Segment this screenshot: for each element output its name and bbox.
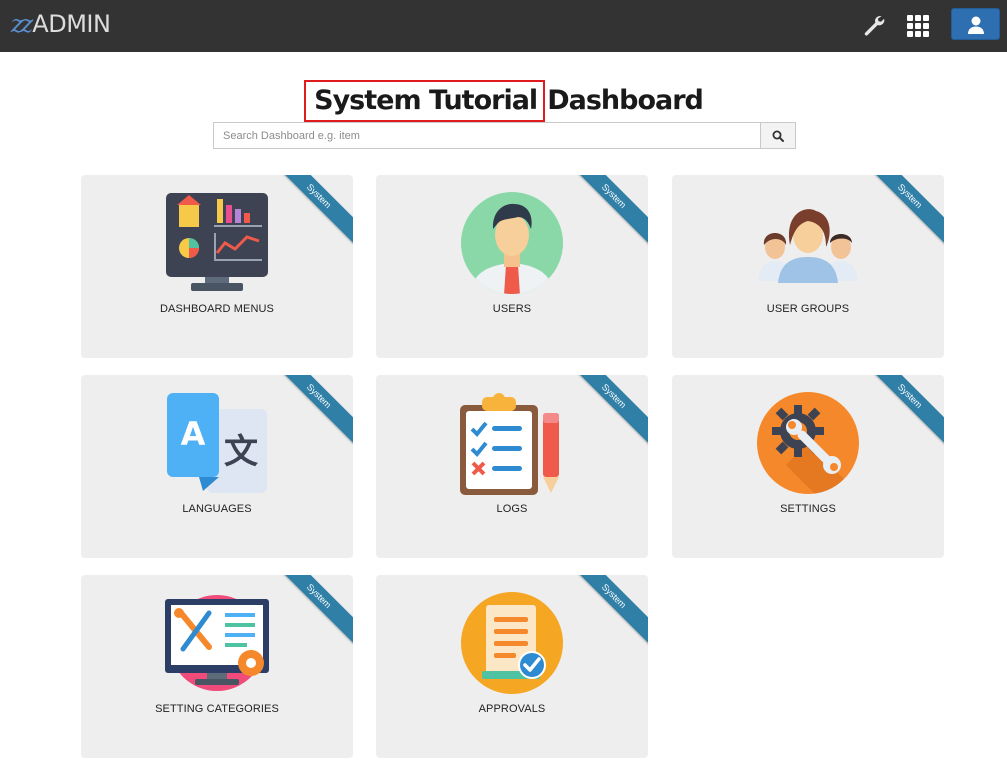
document-approved-icon [461,592,563,694]
page-title-rest: Dashboard [547,85,704,116]
ribbon-label: System [895,381,925,411]
system-ribbon: System [565,375,648,445]
dashboard-search [213,122,796,149]
system-ribbon: System [861,175,944,245]
logo-text: ADMIN [32,10,111,38]
card-logs[interactable]: System LOGS [376,375,648,558]
system-ribbon: System [861,375,944,445]
card-label: LANGUAGES [182,503,252,515]
user-avatar-icon [461,192,563,294]
page-header: System Tutorial Dashboard [0,80,1007,122]
app-logo[interactable]: zz ADMIN [11,10,111,40]
card-user-groups[interactable]: System USER GROUPS [672,175,944,358]
card-approvals[interactable]: System APPROVALS [376,575,648,758]
monitor-dashboard-icon [166,193,268,291]
search-icon [772,130,784,142]
card-label: USERS [492,303,532,315]
svg-text:A: A [181,415,206,453]
ribbon-label: System [895,181,925,211]
gear-wrench-icon [757,392,859,494]
card-settings[interactable]: System SETTINGS [672,375,944,558]
top-navbar: zz ADMIN [0,0,1007,52]
system-ribbon: System [565,575,648,645]
search-button[interactable] [760,122,796,149]
monitor-tools-icon [165,595,269,691]
ribbon-label: System [304,181,334,211]
card-label: SETTINGS [780,503,836,515]
ribbon-label: System [304,381,334,411]
card-label: USER GROUPS [766,303,850,315]
card-languages[interactable]: System A 文 LANGUAGES [81,375,353,558]
card-label: DASHBOARD MENUS [160,303,274,315]
page-title: System Tutorial Dashboard [304,80,704,122]
clipboard-checklist-icon [460,393,559,495]
card-users[interactable]: System USERS [376,175,648,358]
wrench-icon[interactable] [862,13,886,37]
system-ribbon: System [270,575,353,645]
ribbon-label: System [599,581,629,611]
card-dashboard-menus[interactable]: System DASHBOARD MENUS [81,175,353,358]
system-ribbon: System [270,175,353,245]
page-title-highlight: System Tutorial [304,80,546,122]
translate-icon: A 文 [167,393,267,493]
logo-mark: zz [11,10,33,38]
ribbon-label: System [599,381,629,411]
card-label: APPROVALS [478,703,546,715]
svg-text:文: 文 [224,432,258,472]
ribbon-label: System [304,581,334,611]
card-label: LOGS [496,503,528,515]
apps-grid-icon[interactable] [905,13,931,39]
search-input[interactable] [213,122,760,149]
ribbon-label: System [599,181,629,211]
user-icon [968,16,984,34]
user-group-icon [758,209,858,283]
system-ribbon: System [565,175,648,245]
user-menu-button[interactable] [951,8,1000,40]
card-setting-categories[interactable]: System SETTING CATEGORIES [81,575,353,758]
system-ribbon: System [270,375,353,445]
card-label: SETTING CATEGORIES [155,703,279,715]
